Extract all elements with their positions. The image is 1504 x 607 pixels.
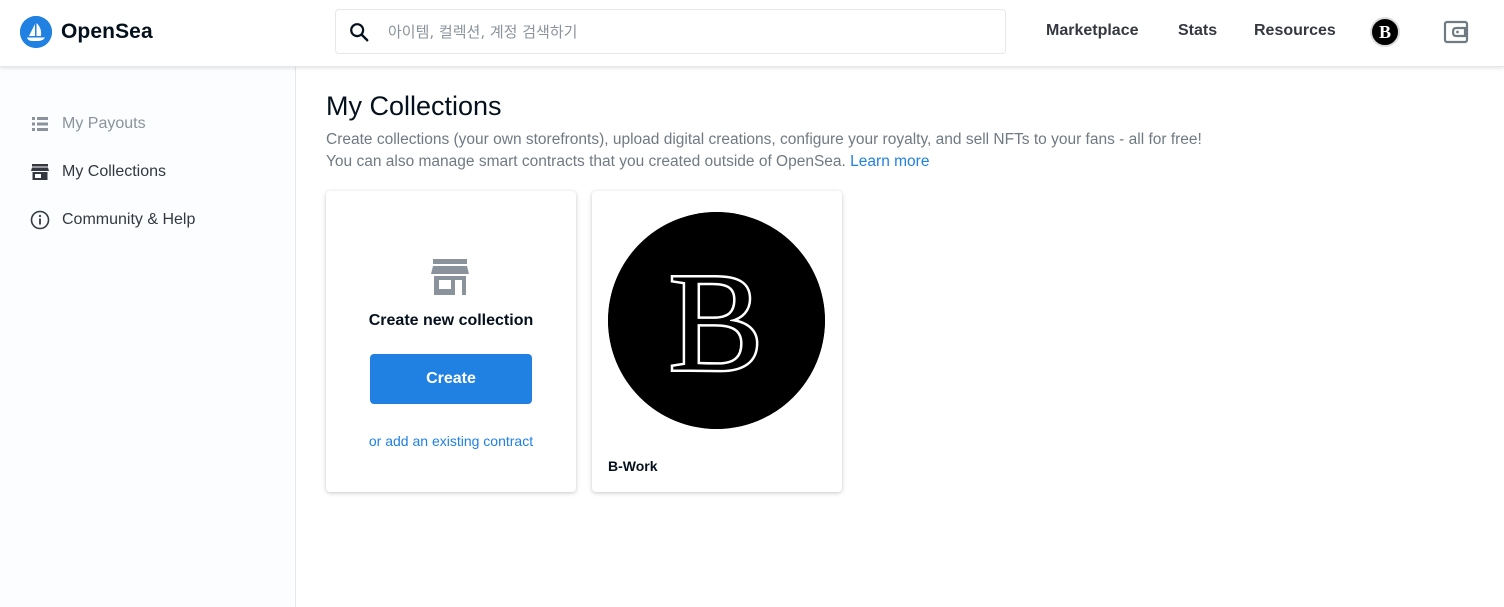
nav-marketplace[interactable]: Marketplace [1046,22,1139,40]
sidebar-item-label: My Payouts [62,115,146,132]
avatar-letter: B [1378,21,1391,42]
wallet-icon[interactable] [1443,19,1469,45]
collection-name: B-Work [608,458,658,474]
info-icon [30,210,50,230]
collection-logo-letter-inner: B [669,243,764,401]
nav-stats[interactable]: Stats [1178,22,1217,40]
opensea-logo[interactable]: OpenSea [20,16,153,48]
page-title: My Collections [326,91,502,121]
sidebar-item-my-collections[interactable]: My Collections [30,162,166,182]
create-collection-title: Create new collection [368,312,534,329]
add-existing-contract-link[interactable]: or add an existing contract [326,433,576,449]
sidebar-item-my-payouts[interactable]: My Payouts [30,114,146,134]
sidebar: My Payouts My Collections Community & He… [0,67,296,607]
search-input[interactable] [388,22,968,41]
storefront-icon [431,259,469,295]
list-icon [32,117,48,131]
search-bar[interactable] [335,9,1006,54]
profile-avatar[interactable]: B [1370,17,1400,47]
collection-logo-b: B B [608,212,825,429]
nav-resources[interactable]: Resources [1254,22,1336,40]
sidebar-item-community-help[interactable]: Community & Help [30,210,195,230]
search-icon [350,22,369,41]
storefront-icon [31,164,49,180]
sidebar-item-label: Community & Help [62,211,196,228]
top-header: OpenSea Marketplace Stats Resources B [0,0,1504,67]
create-button[interactable]: Create [370,354,532,404]
learn-more-link[interactable]: Learn more [850,153,929,170]
opensea-logo-icon [20,16,52,48]
main-content: My Collections Create collections (your … [296,67,1504,607]
description-text: You can also manage smart contracts that… [326,153,846,170]
collection-image: B B [608,212,825,429]
create-collection-card: Create new collection Create or add an e… [326,191,576,492]
sidebar-item-label: My Collections [62,163,167,180]
brand-name: OpenSea [61,20,153,43]
collection-card-b-work[interactable]: B B B-Work [592,191,842,492]
page-description: Create collections (your own storefronts… [326,129,1202,173]
description-line-2: You can also manage smart contracts that… [326,151,1202,173]
description-line-1: Create collections (your own storefronts… [326,131,1202,148]
